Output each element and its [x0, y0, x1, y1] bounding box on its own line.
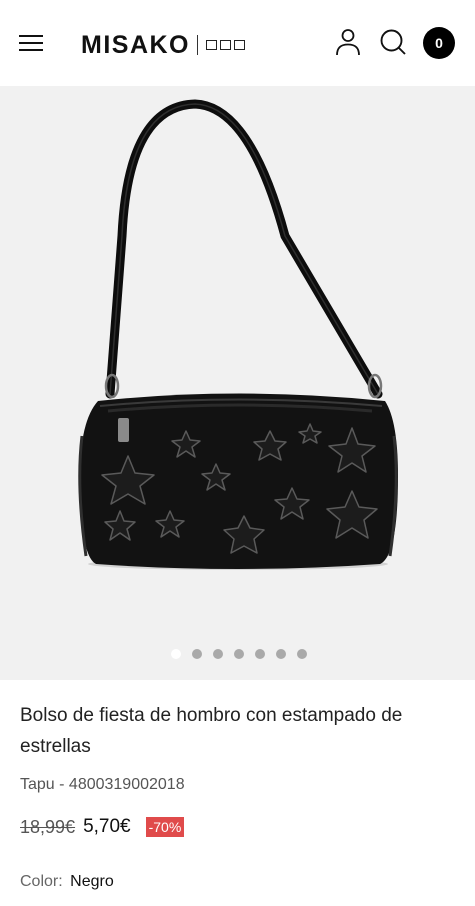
price-row: 18,99€ 5,70€ -70% — [20, 816, 185, 838]
brand-logo[interactable]: MISAKO — [81, 30, 245, 60]
product-image — [78, 99, 398, 570]
carousel-dot[interactable] — [296, 649, 307, 659]
hamburger-menu-icon[interactable] — [19, 33, 45, 53]
carousel-dot[interactable] — [233, 649, 244, 659]
sale-price: 5,70€ — [83, 816, 131, 837]
menu-line — [19, 35, 43, 37]
original-price: 18,99€ — [20, 816, 76, 837]
discount-badge: -70% — [145, 817, 185, 837]
carousel-dot[interactable] — [191, 649, 202, 659]
product-reference: Tapu - 4800319002018 — [20, 776, 185, 793]
logo-mark-icon — [206, 40, 245, 50]
carousel-dot[interactable] — [170, 649, 181, 659]
logo-divider — [197, 35, 198, 55]
color-value: Negro — [70, 873, 114, 890]
carousel-dot[interactable] — [275, 649, 286, 659]
cart-button[interactable]: 0 — [423, 27, 455, 59]
cart-count: 0 — [435, 35, 443, 51]
color-label: Color: — [20, 873, 63, 890]
brand-name: MISAKO — [81, 30, 190, 59]
account-icon[interactable] — [333, 27, 363, 57]
search-icon[interactable] — [378, 27, 408, 57]
carousel-dot[interactable] — [212, 649, 223, 659]
color-row: Color: Negro — [20, 873, 114, 891]
menu-line — [19, 49, 43, 51]
site-header: MISAKO 0 — [0, 0, 475, 86]
carousel-dots — [0, 649, 475, 659]
product-title: Bolso de fiesta de hombro con estampado … — [20, 705, 403, 757]
product-gallery[interactable] — [0, 86, 475, 680]
carousel-dot[interactable] — [254, 649, 265, 659]
menu-line — [19, 42, 43, 44]
